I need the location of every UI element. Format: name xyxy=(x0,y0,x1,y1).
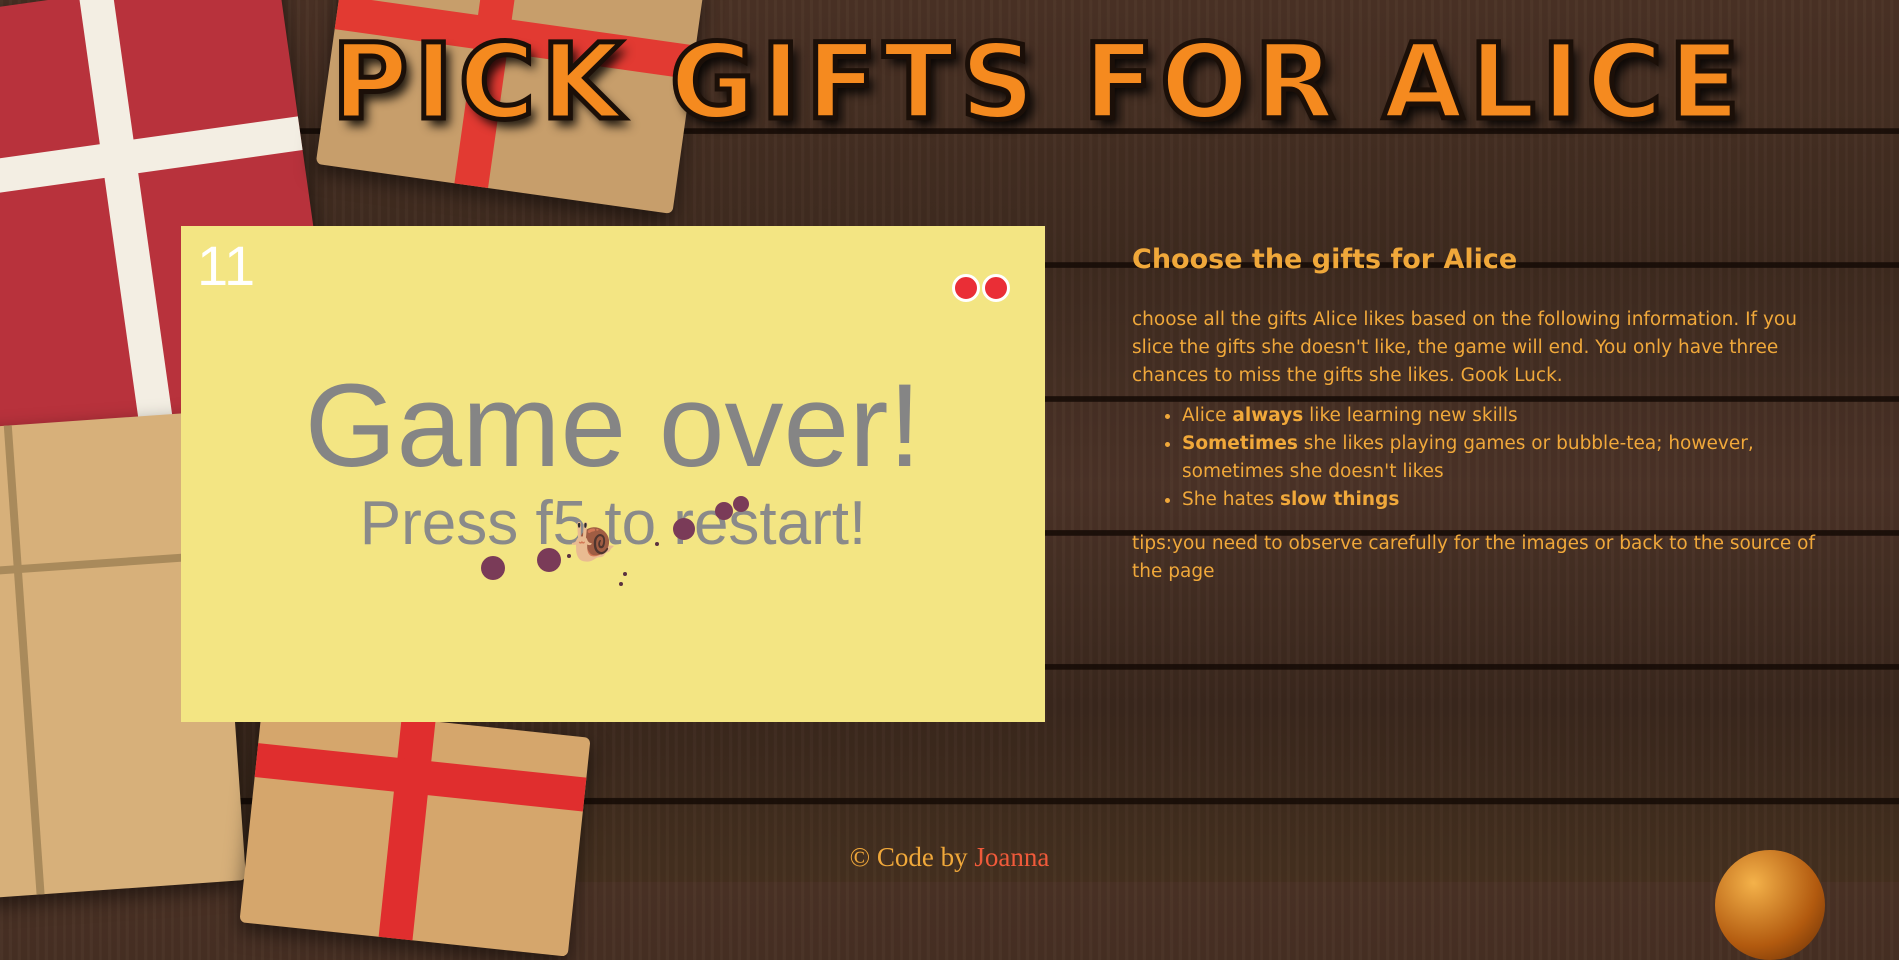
snail-icon: 🐌 xyxy=(569,520,617,564)
ribbon xyxy=(378,717,436,941)
juice-splat xyxy=(537,548,561,572)
list-item: Alice always like learning new skills xyxy=(1182,402,1822,430)
game-over-title: Game over! xyxy=(304,360,922,492)
juice-drop xyxy=(623,572,627,576)
footer-credit: © Code by xyxy=(849,842,968,872)
life-icon xyxy=(952,274,980,302)
rules-list: Alice always like learning new skills So… xyxy=(1132,402,1822,514)
instructions-heading: Choose the gifts for Alice xyxy=(1132,244,1518,275)
instructions-panel: Choose the gifts for Alice choose all th… xyxy=(1132,238,1822,586)
juice-splat xyxy=(673,518,695,540)
rule-text: like learning new skills xyxy=(1303,405,1518,426)
list-item: She hates slow things xyxy=(1182,486,1822,514)
lives-indicator xyxy=(952,274,1010,302)
twine xyxy=(3,425,45,895)
rule-emphasis: always xyxy=(1232,405,1304,426)
game-board[interactable]: 11 Game over! Press f5 to restart! 🐌 xyxy=(181,226,1045,722)
life-icon xyxy=(982,274,1010,302)
juice-splat xyxy=(481,556,505,580)
juice-splat xyxy=(733,496,749,512)
juice-drop xyxy=(655,542,659,546)
instructions-intro: choose all the gifts Alice likes based o… xyxy=(1132,309,1797,386)
rule-text: She hates xyxy=(1182,489,1280,510)
rule-emphasis: Sometimes xyxy=(1182,433,1298,454)
ribbon xyxy=(0,116,303,199)
score-counter: 11 xyxy=(197,234,256,297)
juice-splat xyxy=(715,502,733,520)
rule-emphasis: slow things xyxy=(1279,489,1400,510)
tips-text: tips:you need to observe carefully for t… xyxy=(1132,533,1815,582)
footer: © Code by Joanna xyxy=(0,842,1899,873)
rule-text: Alice xyxy=(1182,405,1233,426)
page-title: PICK GIFTS FOR ALICE xyxy=(330,20,1746,145)
list-item: Sometimes she likes playing games or bub… xyxy=(1182,430,1822,486)
footer-author-link[interactable]: Joanna xyxy=(974,842,1049,872)
gift-box-decoration xyxy=(239,703,591,957)
juice-drop xyxy=(619,582,623,586)
ribbon xyxy=(78,0,176,442)
